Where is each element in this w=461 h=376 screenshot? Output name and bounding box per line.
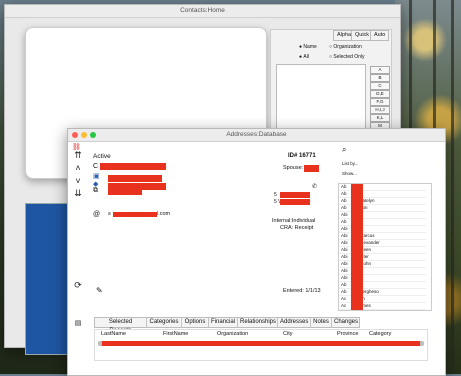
radio-name-label: Name <box>303 44 317 50</box>
spouse-label: Spouse: <box>283 165 304 171</box>
tab-auto[interactable]: Auto <box>370 30 390 41</box>
contacts-window-title: Contacts:Home <box>180 7 225 14</box>
letter-button[interactable]: B <box>370 74 390 82</box>
first-record-icon[interactable]: ⇈ <box>73 151 83 160</box>
tab-relationships[interactable]: Relationships <box>238 318 278 327</box>
tab-selected-records[interactable]: Selected Records <box>95 318 147 334</box>
column-category[interactable]: Category <box>369 330 391 339</box>
letter-button[interactable]: D,E <box>370 90 390 98</box>
addresses-titlebar: Addresses:Database <box>68 129 445 142</box>
tab-categories[interactable]: Categories <box>147 318 182 327</box>
phone-icon: ✆ <box>312 184 318 190</box>
letter-button[interactable]: K,L <box>370 114 390 122</box>
address-card-icon: ▣ <box>93 173 100 180</box>
redaction-bar <box>102 341 420 346</box>
column-city[interactable]: City <box>283 330 292 339</box>
previous-record-icon[interactable]: ˄ <box>73 164 83 173</box>
redaction-bar <box>108 190 142 195</box>
letter-button[interactable]: F,G <box>370 98 390 106</box>
tab-notes[interactable]: Notes <box>311 318 332 327</box>
pencil-icon[interactable]: ✎ <box>96 286 103 295</box>
tab-financial[interactable]: Financial <box>209 318 238 327</box>
table-header: LastName FirstName Organization City Pro… <box>95 330 427 339</box>
contacts-index-panel: Alpha Quick Auto ● Name ○ Organization ●… <box>270 29 392 143</box>
redaction-bar <box>280 192 310 198</box>
column-lastname[interactable]: LastName <box>101 330 126 339</box>
letter-button[interactable]: A <box>370 66 390 74</box>
minimize-icon[interactable] <box>81 132 87 138</box>
radio-name[interactable]: ● Name <box>299 44 317 50</box>
records-table: LastName FirstName Organization City Pro… <box>94 329 428 361</box>
redaction-bar <box>108 183 166 190</box>
tab-options[interactable]: Options <box>182 318 209 327</box>
copy-icon[interactable]: ⧉ <box>93 187 98 195</box>
search-icon[interactable]: ⌕ <box>342 145 346 155</box>
next-record-icon[interactable]: ˅ <box>73 177 83 186</box>
record-id: ID# 16771 <box>288 153 316 159</box>
tab-addresses[interactable]: Addresses <box>278 318 311 327</box>
redaction-bar <box>108 175 162 182</box>
zoom-icon[interactable] <box>90 132 96 138</box>
letter-button[interactable]: H,I,J <box>370 106 390 114</box>
radio-selected-only-label: Selected Only <box>333 54 365 60</box>
column-firstname[interactable]: FirstName <box>163 330 188 339</box>
table-view-icon[interactable]: ▤ <box>73 319 83 328</box>
tab-changes[interactable]: Changes <box>332 318 360 327</box>
bottom-tab-bar: Selected Records Categories Options Fina… <box>94 317 360 334</box>
status-label: Active <box>93 153 111 160</box>
last-record-icon[interactable]: ⇊ <box>73 189 83 198</box>
table-row[interactable] <box>98 341 424 346</box>
phone-number-1[interactable]: 5 <box>274 192 277 198</box>
column-province[interactable]: Province <box>337 330 358 339</box>
redaction-bar <box>304 165 319 172</box>
radio-all-label: All <box>303 54 309 60</box>
addresses-window: Addresses:Database ⛓ ⇈ ˄ ˅ ⇊ ⟳ ▤ Active … <box>67 128 446 376</box>
radio-all[interactable]: ● All <box>299 54 309 60</box>
radio-selected-only[interactable]: ○ Selected Only <box>329 54 365 60</box>
type-label: Internal:Individual <box>272 218 316 224</box>
refresh-icon[interactable]: ⟳ <box>73 281 83 290</box>
contacts-titlebar: Contacts:Home <box>5 5 400 18</box>
cra-label: CRA: Receipt <box>280 225 314 231</box>
show-label[interactable]: Show... <box>342 171 357 176</box>
record-list[interactable]: Ab Ab Ab atelyn Ab on Abi Ab Abi Abi arcus … <box>338 183 432 311</box>
radio-organization-label: Organization <box>333 44 362 50</box>
close-icon[interactable] <box>72 132 78 138</box>
redaction-bar <box>113 212 157 217</box>
email-suffix[interactable]: l.com <box>157 211 170 217</box>
column-organization[interactable]: Organization <box>217 330 248 339</box>
addresses-window-title: Addresses:Database <box>226 131 287 138</box>
email-prefix[interactable]: s <box>108 211 111 217</box>
list-by-label[interactable]: List by... <box>342 161 358 166</box>
radio-organization[interactable]: ○ Organization <box>329 44 362 50</box>
redaction-bar <box>351 184 363 310</box>
tree-trunk <box>451 0 454 374</box>
entered-label: Entered: 1/1/13 <box>283 288 321 294</box>
email-icon: @ <box>93 211 101 218</box>
name-field[interactable]: C <box>93 163 98 170</box>
redaction-bar <box>280 199 310 205</box>
letter-button[interactable]: C <box>370 82 390 90</box>
redaction-bar <box>100 163 166 170</box>
